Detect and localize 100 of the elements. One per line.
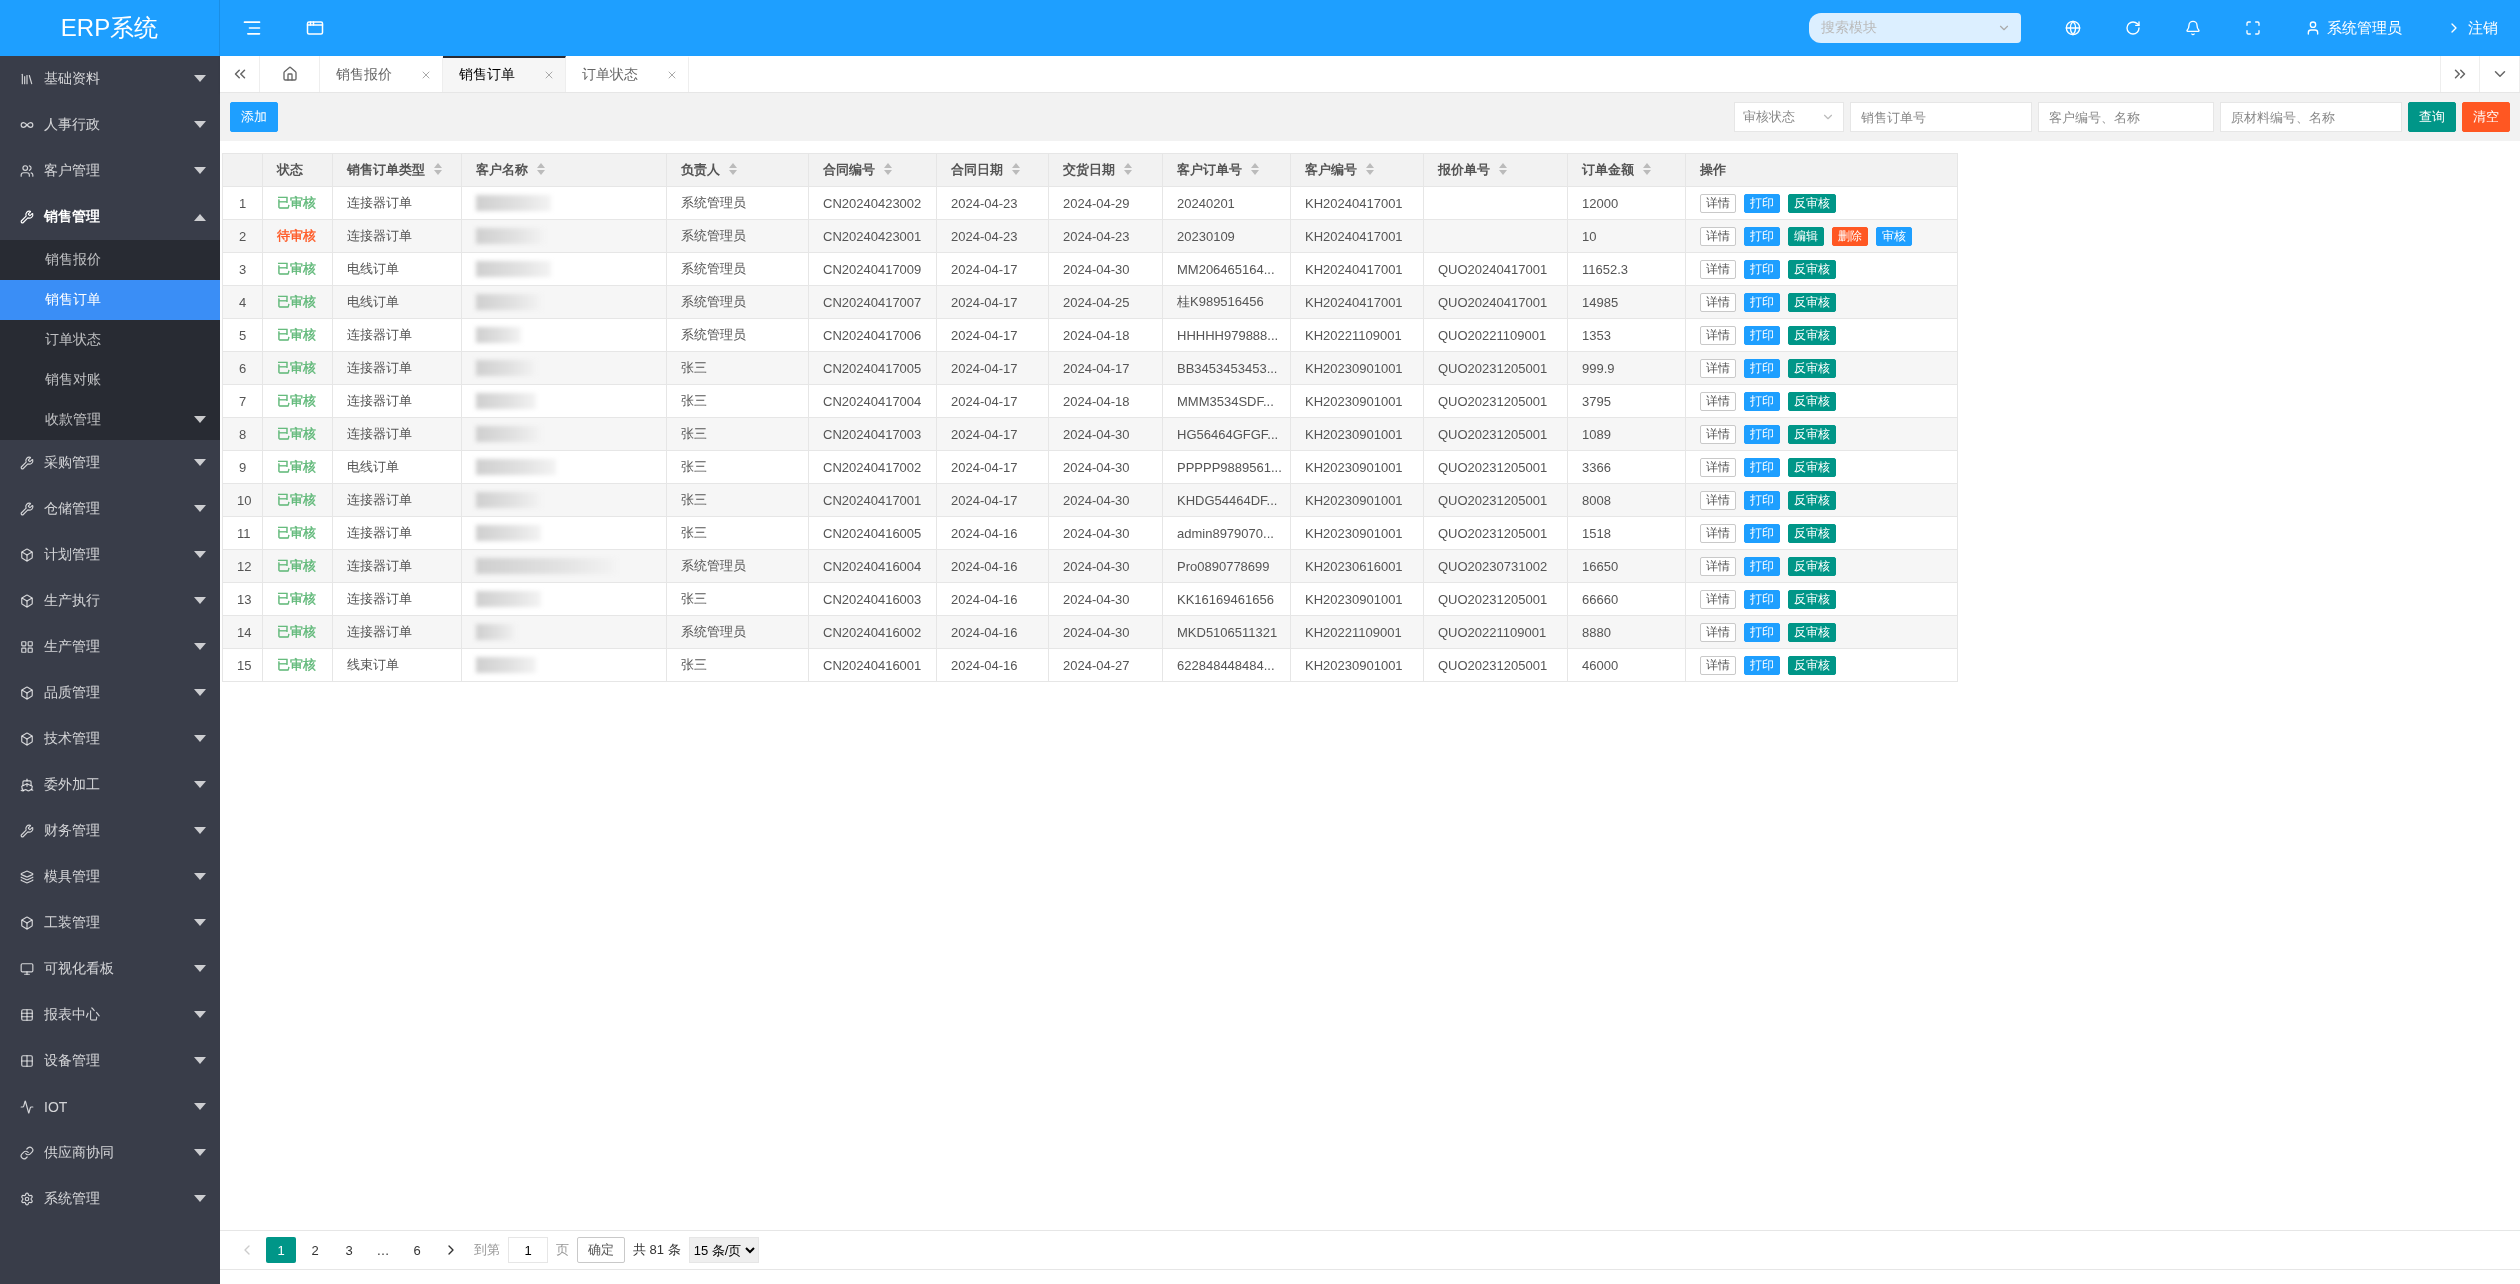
column-header[interactable]: 客户名称 [461, 153, 667, 187]
sidebar-item[interactable]: 销售管理 [0, 194, 220, 240]
detail-button[interactable]: 详情 [1700, 457, 1736, 477]
submenu-item[interactable]: 销售报价 [0, 240, 220, 280]
sort-icon[interactable] [1498, 162, 1508, 176]
detail-button[interactable]: 详情 [1700, 292, 1736, 312]
sidebar-item[interactable]: 工装管理 [0, 900, 220, 946]
page-tab[interactable]: 销售报价 [320, 56, 443, 92]
column-header[interactable]: 销售订单类型 [332, 153, 462, 187]
sort-icon[interactable] [728, 162, 738, 176]
unaudit-button[interactable]: 反审核 [1788, 622, 1836, 642]
page-size-select[interactable]: 15 条/页 [688, 1237, 759, 1263]
sort-icon[interactable] [433, 162, 443, 176]
sidebar-item[interactable]: 技术管理 [0, 716, 220, 762]
page-tab[interactable]: 订单状态 [566, 56, 689, 92]
page-tab[interactable]: 销售订单 [443, 56, 566, 92]
page-link[interactable]: 2 [300, 1237, 330, 1263]
edit-button[interactable]: 编辑 [1788, 226, 1824, 246]
search-field[interactable]: 销售订单号 [1850, 102, 2032, 132]
sidebar-item[interactable]: 模具管理 [0, 854, 220, 900]
unaudit-button[interactable]: 反审核 [1788, 457, 1836, 477]
unaudit-button[interactable]: 反审核 [1788, 424, 1836, 444]
column-header[interactable]: 合同日期 [936, 153, 1049, 187]
status-select[interactable]: 审核状态 [1734, 102, 1844, 132]
detail-button[interactable]: 详情 [1700, 325, 1736, 345]
page-link[interactable]: 3 [334, 1237, 364, 1263]
unaudit-button[interactable]: 反审核 [1788, 523, 1836, 543]
sidebar-item[interactable]: 设备管理 [0, 1038, 220, 1084]
sidebar-item[interactable]: 可视化看板 [0, 946, 220, 992]
page-input[interactable]: 1 [508, 1237, 548, 1263]
column-header[interactable]: 报价单号 [1423, 153, 1568, 187]
detail-button[interactable]: 详情 [1700, 226, 1736, 246]
sidebar-item[interactable]: 人事行政 [0, 102, 220, 148]
close-icon[interactable] [666, 69, 678, 81]
submenu-item[interactable]: 订单状态 [0, 320, 220, 360]
sidebar-item[interactable]: 计划管理 [0, 532, 220, 578]
unaudit-button[interactable]: 反审核 [1788, 325, 1836, 345]
unaudit-button[interactable]: 反审核 [1788, 556, 1836, 576]
column-header[interactable]: 客户编号 [1290, 153, 1424, 187]
page-link[interactable]: 6 [402, 1237, 432, 1263]
detail-button[interactable]: 详情 [1700, 622, 1736, 642]
submenu-item[interactable]: 收款管理 [0, 400, 220, 440]
unaudit-button[interactable]: 反审核 [1788, 655, 1836, 675]
detail-button[interactable]: 详情 [1700, 193, 1736, 213]
column-header[interactable]: 客户订单号 [1162, 153, 1291, 187]
search-field[interactable]: 原材料编号、名称 [2220, 102, 2402, 132]
unaudit-button[interactable]: 反审核 [1788, 589, 1836, 609]
sidebar-item[interactable]: 供应商协同 [0, 1130, 220, 1176]
detail-button[interactable]: 详情 [1700, 490, 1736, 510]
sidebar-item[interactable]: IOT [0, 1084, 220, 1130]
detail-button[interactable]: 详情 [1700, 655, 1736, 675]
sidebar-item[interactable]: 生产管理 [0, 624, 220, 670]
confirm-button[interactable]: 确定 [577, 1237, 625, 1263]
detail-button[interactable]: 详情 [1700, 523, 1736, 543]
page-link[interactable]: 1 [266, 1237, 296, 1263]
sort-icon[interactable] [1642, 162, 1652, 176]
detail-button[interactable]: 详情 [1700, 424, 1736, 444]
detail-button[interactable]: 详情 [1700, 358, 1736, 378]
sort-icon[interactable] [883, 162, 893, 176]
query-button[interactable]: 查询 [2408, 102, 2456, 132]
sidebar-item[interactable]: 客户管理 [0, 148, 220, 194]
table-cell: 12000 [1567, 186, 1686, 220]
sort-icon[interactable] [1365, 162, 1375, 176]
scroll-right-icon[interactable] [2440, 56, 2480, 92]
sidebar-item[interactable]: 报表中心 [0, 992, 220, 1038]
detail-button[interactable]: 详情 [1700, 259, 1736, 279]
submenu-item[interactable]: 销售对账 [0, 360, 220, 400]
search-field[interactable]: 客户编号、名称 [2038, 102, 2214, 132]
column-header[interactable]: 合同编号 [808, 153, 937, 187]
column-header[interactable]: 交货日期 [1048, 153, 1163, 187]
sidebar-item[interactable]: 生产执行 [0, 578, 220, 624]
sidebar-item[interactable]: 品质管理 [0, 670, 220, 716]
sidebar-item[interactable]: 财务管理 [0, 808, 220, 854]
unaudit-button[interactable]: 反审核 [1788, 490, 1836, 510]
close-icon[interactable] [543, 69, 555, 81]
sidebar-item[interactable]: 委外加工 [0, 762, 220, 808]
column-header[interactable]: 负责人 [666, 153, 809, 187]
detail-button[interactable]: 详情 [1700, 391, 1736, 411]
scroll-left-icon[interactable] [220, 56, 260, 92]
close-icon[interactable] [420, 69, 432, 81]
home-icon[interactable] [260, 56, 320, 92]
sidebar-item[interactable]: 系统管理 [0, 1176, 220, 1222]
unaudit-button[interactable]: 反审核 [1788, 391, 1836, 411]
sidebar-item[interactable]: 仓储管理 [0, 486, 220, 532]
sidebar-item[interactable]: 基础资料 [0, 56, 220, 102]
row-number: 4 [222, 285, 263, 319]
detail-button[interactable]: 详情 [1700, 556, 1736, 576]
detail-button[interactable]: 详情 [1700, 589, 1736, 609]
column-header[interactable]: 订单金额 [1567, 153, 1686, 187]
table-cell: 16650 [1567, 549, 1686, 583]
sort-icon[interactable] [536, 162, 546, 176]
sort-icon[interactable] [1250, 162, 1260, 176]
unaudit-button[interactable]: 反审核 [1788, 292, 1836, 312]
unaudit-button[interactable]: 反审核 [1788, 193, 1836, 213]
sort-icon[interactable] [1123, 162, 1133, 176]
sidebar-item[interactable]: 采购管理 [0, 440, 220, 486]
unaudit-button[interactable]: 反审核 [1788, 358, 1836, 378]
page-link[interactable]: … [368, 1237, 398, 1263]
unaudit-button[interactable]: 反审核 [1788, 259, 1836, 279]
sort-icon[interactable] [1011, 162, 1021, 176]
